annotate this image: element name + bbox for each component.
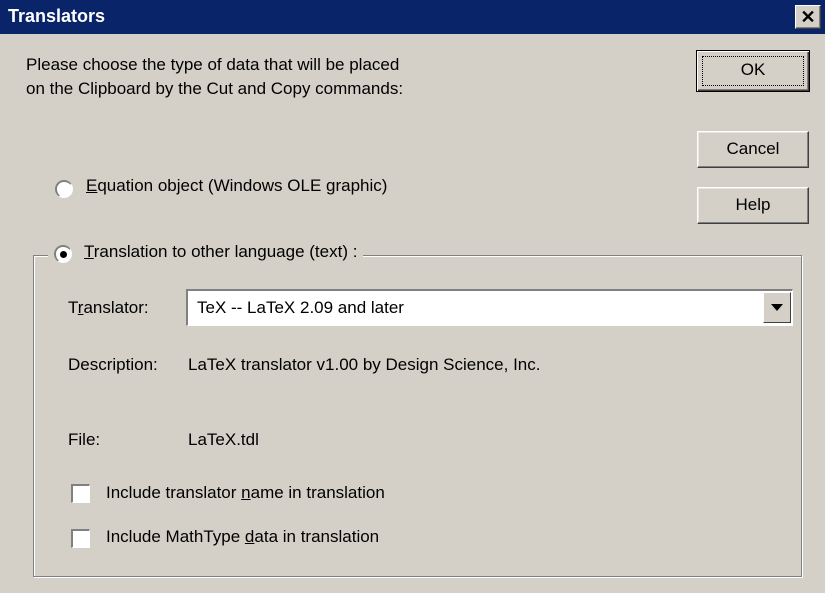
include-mathtype-checkbox[interactable] xyxy=(71,529,90,548)
translation-accel: T xyxy=(84,242,94,261)
include-mathtype-label[interactable]: Include MathType data in translation xyxy=(106,527,379,547)
title-bar: Translators xyxy=(0,0,825,34)
ok-button-label: OK xyxy=(740,60,766,79)
instructions-line-1: Please choose the type of data that will… xyxy=(26,55,400,74)
equation-object-accel: E xyxy=(86,176,98,195)
ok-button[interactable]: OK xyxy=(696,50,810,92)
equation-object-radio[interactable] xyxy=(55,180,73,198)
include-name-label[interactable]: Include translator name in translation xyxy=(106,483,385,503)
include-name-accel: n xyxy=(241,483,251,502)
include-mathtype-pre: Include MathType xyxy=(106,527,245,546)
file-value: LaTeX.tdl xyxy=(188,430,259,449)
translation-group-legend: Translation to other language (text) : xyxy=(48,241,364,269)
file-label: File: xyxy=(68,430,101,449)
cancel-button-label: Cancel xyxy=(726,139,780,158)
translation-label[interactable]: Translation to other language (text) : xyxy=(84,242,357,262)
radio-selected-dot xyxy=(60,251,67,258)
instructions-line-2: on the Clipboard by the Cut and Copy com… xyxy=(26,79,404,98)
close-button[interactable]: ✕ xyxy=(795,5,821,29)
include-mathtype-post: ata in translation xyxy=(254,527,380,546)
include-name-checkbox[interactable] xyxy=(71,484,90,503)
window-title: Translators xyxy=(8,6,106,26)
translation-text: ranslation to other language (text) : xyxy=(93,242,358,261)
include-mathtype-accel: d xyxy=(244,527,255,546)
equation-object-label[interactable]: Equation object (Windows OLE graphic) xyxy=(86,176,387,196)
description-label: Description: xyxy=(68,355,158,374)
cancel-button[interactable]: Cancel xyxy=(697,131,809,168)
include-name-pre: Include translator xyxy=(106,483,242,502)
translator-label-pre: T xyxy=(68,298,78,317)
translator-select[interactable]: TeX -- LaTeX 2.09 and later xyxy=(186,289,793,326)
instructions-text: Please choose the type of data that will… xyxy=(26,53,546,101)
help-button[interactable]: Help xyxy=(697,187,809,224)
translator-label-post: anslator: xyxy=(83,298,149,317)
equation-object-text: quation object (Windows OLE graphic) xyxy=(97,176,388,195)
translator-dropdown-button[interactable] xyxy=(763,292,791,323)
include-name-post: ame in translation xyxy=(250,483,385,502)
translation-radio[interactable] xyxy=(54,245,72,263)
description-value: LaTeX translator v1.00 by Design Science… xyxy=(188,355,541,374)
translator-select-value: TeX -- LaTeX 2.09 and later xyxy=(197,298,404,317)
translator-label: Translator: xyxy=(68,298,149,318)
chevron-down-icon xyxy=(771,304,783,311)
help-button-label: Help xyxy=(735,195,771,214)
close-icon: ✕ xyxy=(800,7,816,27)
